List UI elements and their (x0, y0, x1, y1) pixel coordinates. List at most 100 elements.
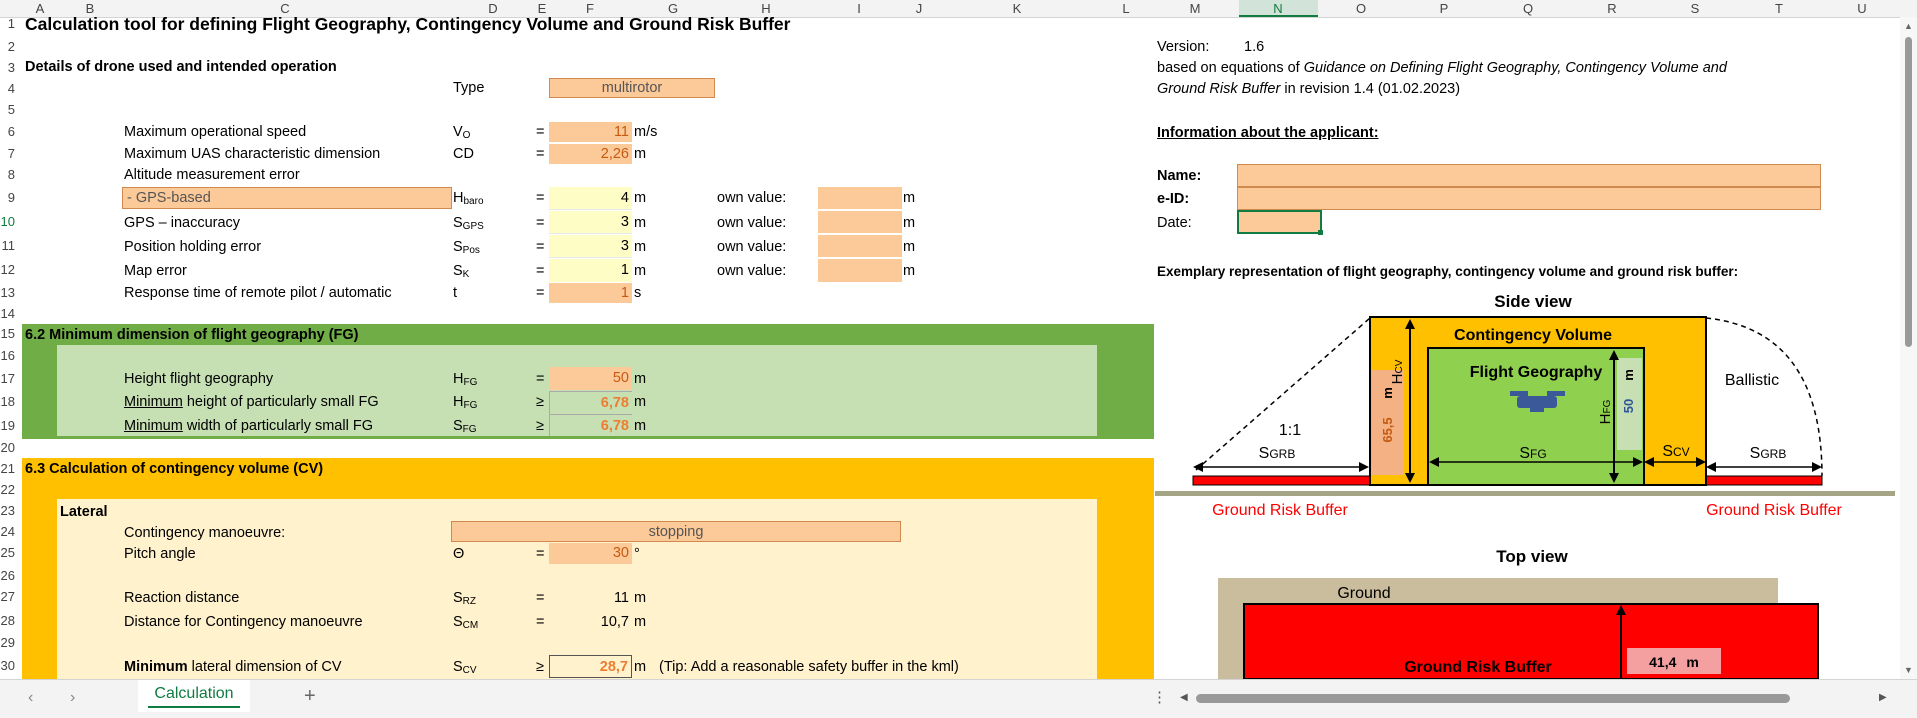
param-unit: s (634, 285, 642, 301)
date-input[interactable] (1237, 210, 1322, 234)
vertical-scroll-thumb[interactable] (1905, 37, 1912, 347)
row-header[interactable]: 29 (0, 633, 15, 653)
row-header[interactable]: 15 (0, 324, 15, 344)
response-time-input[interactable]: 1 (549, 283, 632, 303)
ballistic-label: Ballistic (1725, 372, 1779, 389)
column-header[interactable]: R (1607, 0, 1616, 17)
arrow-head (1193, 462, 1203, 472)
param-symbol: Hbaro (453, 190, 484, 207)
row-header[interactable]: 17 (0, 369, 15, 389)
column-header[interactable]: J (916, 0, 923, 17)
column-header[interactable]: M (1190, 0, 1201, 17)
section-drone-heading: Details of drone used and intended opera… (25, 59, 337, 75)
row-header[interactable]: 7 (0, 144, 15, 164)
row-header[interactable]: 10 (0, 212, 15, 232)
row-header[interactable]: 5 (0, 100, 15, 120)
char-dimension-input[interactable]: 2,26 (549, 144, 632, 164)
row-header[interactable]: 23 (0, 501, 15, 521)
row-header[interactable]: 1 (0, 14, 15, 34)
min-lateral-unit: m (634, 659, 647, 675)
param-label: Position holding error (124, 239, 262, 255)
column-header[interactable]: K (1013, 0, 1022, 17)
scroll-left-icon[interactable]: ◀ (1180, 692, 1188, 703)
reaction-operator: = (536, 590, 545, 606)
max-speed-input[interactable]: 11 (549, 122, 632, 142)
next-sheet-icon[interactable]: › (70, 689, 75, 707)
side-view-title: Side view (1494, 292, 1572, 311)
row-header[interactable]: 16 (0, 346, 15, 366)
row-header[interactable]: 3 (0, 58, 15, 78)
own-value-input[interactable] (818, 187, 902, 210)
arrow-head (1359, 462, 1369, 472)
param-operator: = (536, 124, 545, 140)
pitch-angle-input[interactable]: 30 (549, 543, 632, 564)
column-header[interactable]: L (1122, 0, 1129, 17)
column-header[interactable]: N (1273, 0, 1282, 17)
row-header[interactable]: 12 (0, 260, 15, 280)
param-label: Maximum UAS characteristic dimension (124, 146, 381, 162)
row-header[interactable]: 28 (0, 611, 15, 631)
ratio-label: 1:1 (1279, 422, 1301, 439)
row-header[interactable]: 30 (0, 656, 15, 676)
row-header[interactable]: 11 (0, 236, 16, 256)
fg-operator: = (536, 371, 545, 387)
column-header[interactable]: O (1356, 0, 1366, 17)
row-header[interactable]: 8 (0, 165, 15, 185)
column-header[interactable]: I (857, 0, 861, 17)
date-label: Date: (1157, 215, 1192, 231)
param-symbol: VO (453, 124, 471, 141)
fill-handle[interactable] (1318, 230, 1323, 235)
ground-line (1155, 491, 1895, 496)
eid-input[interactable] (1237, 187, 1821, 210)
min-height-fg-value: 6,78 (549, 391, 632, 414)
own-value-input[interactable] (818, 259, 902, 282)
more-options-icon[interactable]: ⋮ (1152, 688, 1167, 706)
name-input[interactable] (1237, 164, 1821, 187)
row-header[interactable]: 6 (0, 122, 15, 142)
row-header[interactable]: 14 (0, 304, 15, 324)
row-header[interactable]: 26 (0, 566, 15, 586)
row-header[interactable]: 20 (0, 438, 15, 458)
reaction-label: Reaction distance (124, 590, 240, 606)
arrow-head (1706, 462, 1716, 472)
row-header[interactable]: 21 (0, 459, 15, 479)
row-header[interactable]: 9 (0, 188, 15, 208)
flight-geography-label: Flight Geography (1470, 364, 1603, 381)
column-header[interactable]: Q (1523, 0, 1533, 17)
add-sheet-icon[interactable]: + (304, 685, 316, 708)
type-select[interactable]: multirotor (549, 78, 715, 98)
row-header[interactable]: 25 (0, 543, 15, 563)
vertical-scrollbar[interactable]: ▲ ▼ (1900, 17, 1917, 679)
arrow-head (1812, 462, 1822, 472)
column-header[interactable]: U (1857, 0, 1866, 17)
horizontal-scroll-thumb[interactable] (1196, 694, 1790, 703)
row-header[interactable]: 19 (0, 416, 15, 436)
height-fg-input[interactable]: 50 (549, 367, 632, 390)
row-header[interactable]: 24 (0, 522, 15, 542)
row-header[interactable]: 4 (0, 79, 15, 99)
own-value-label: own value: (717, 190, 787, 206)
altitude-error-select[interactable]: - GPS-based (122, 187, 452, 209)
prev-sheet-icon[interactable]: ‹ (28, 689, 33, 707)
row-header[interactable]: 13 (0, 283, 15, 303)
s-k-value: 1 (549, 259, 632, 282)
scroll-right-icon[interactable]: ▶ (1879, 692, 1887, 703)
min-lateral-operator: ≥ (536, 659, 544, 675)
hcv-unit: m (1380, 387, 1395, 399)
row-header[interactable]: 2 (0, 37, 15, 57)
row-header[interactable]: 27 (0, 587, 15, 607)
own-value-input[interactable] (818, 235, 902, 258)
own-value-input[interactable] (818, 211, 902, 234)
row-header[interactable]: 18 (0, 392, 15, 412)
scroll-down-icon[interactable]: ▼ (1904, 665, 1913, 675)
column-header[interactable]: P (1440, 0, 1449, 17)
contingency-manoeuvre-select[interactable]: stopping (451, 521, 901, 542)
min-lateral-value: 28,7 (549, 655, 632, 678)
param-unit: m (634, 215, 647, 231)
scroll-up-icon[interactable]: ▲ (1904, 21, 1913, 31)
column-header[interactable]: S (1691, 0, 1700, 17)
column-header[interactable]: T (1775, 0, 1783, 17)
sheet-tab-calculation[interactable]: Calculation (138, 680, 250, 712)
row-header[interactable]: 22 (0, 480, 15, 500)
sheet-tab-label: Calculation (154, 685, 234, 702)
